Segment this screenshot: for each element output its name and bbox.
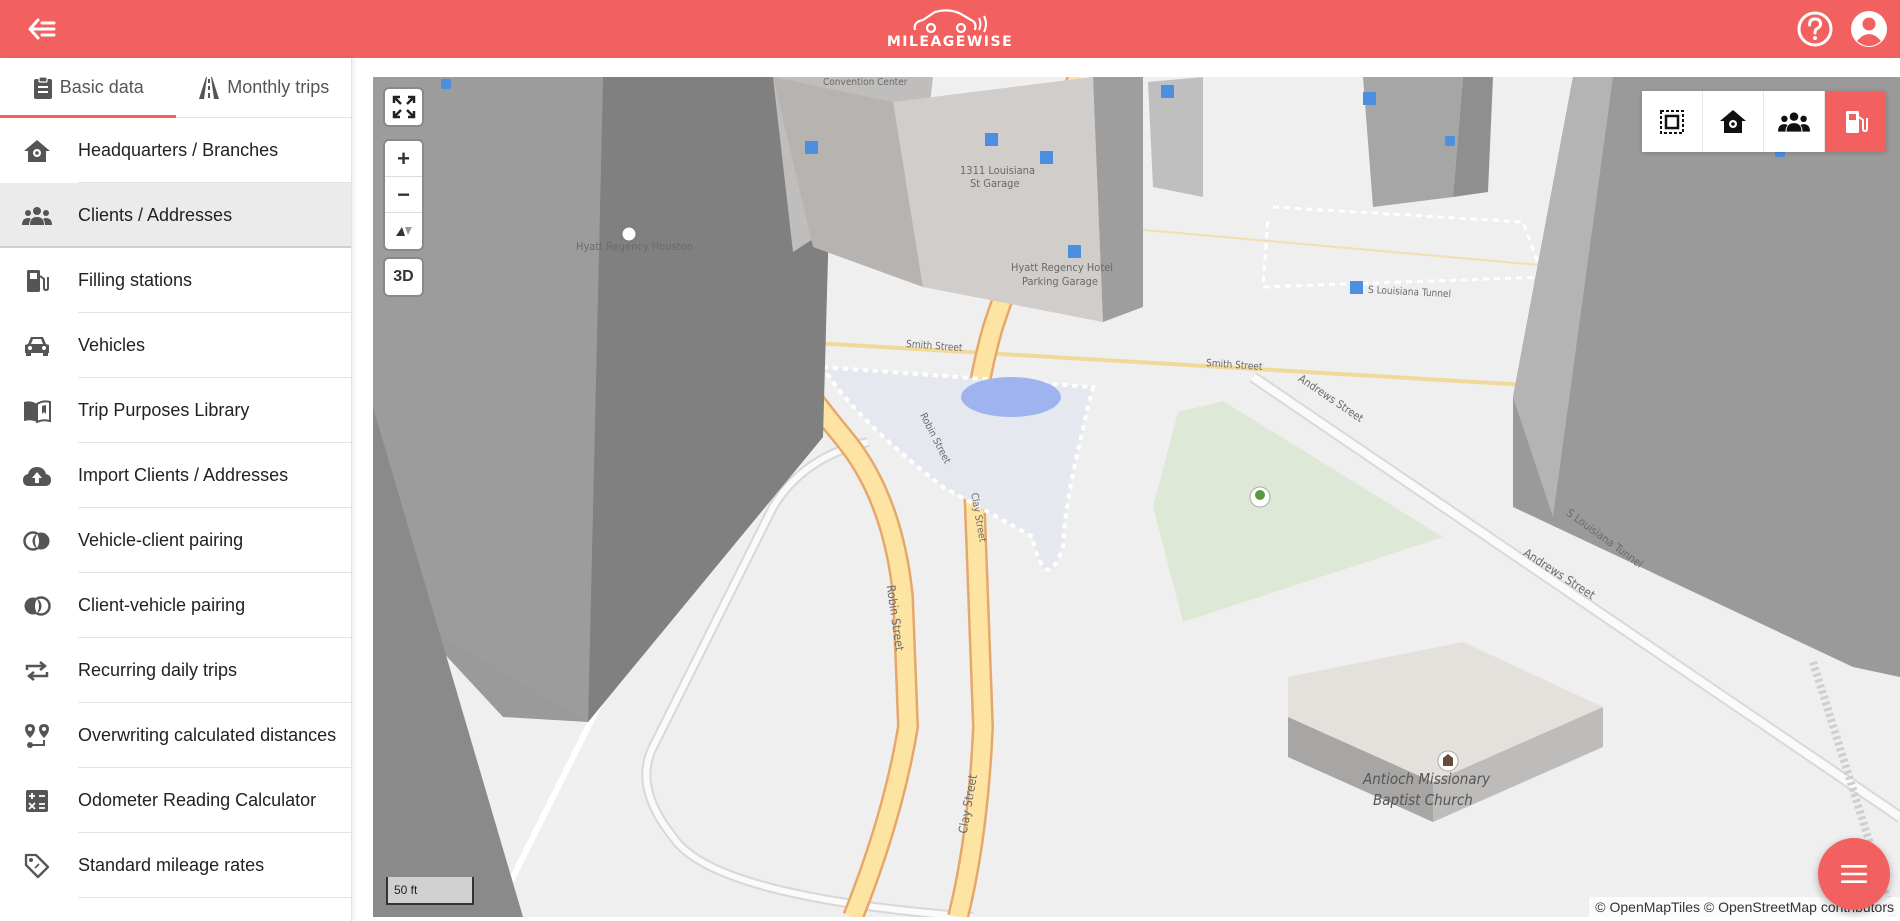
headquarters-layer-button[interactable] — [1703, 91, 1764, 152]
fuel-icon — [22, 266, 52, 296]
map-canvas — [373, 77, 1900, 917]
map-view[interactable]: Convention Center Hyatt Regency Houston … — [373, 77, 1900, 917]
sidebar-item-label: Vehicle-client pairing — [78, 530, 244, 550]
zoom-out-button[interactable]: − — [385, 177, 422, 213]
sidebar-item-overwriting-distances[interactable]: Overwriting calculated distances — [0, 703, 351, 768]
compass-icon — [395, 227, 412, 236]
calculator-icon — [22, 786, 52, 816]
brand-logo[interactable]: MILEAGEWISE — [887, 8, 1013, 50]
map-label-convention-center: Convention Center — [823, 77, 908, 88]
map-label-church: Antioch Missionary — [1363, 770, 1491, 788]
home-gear-icon — [22, 136, 52, 166]
sidebar-item-recurring-trips[interactable]: Recurring daily trips — [0, 638, 351, 703]
map-label-church: Baptist Church — [1373, 791, 1473, 809]
sidebar-item-label: Import Clients / Addresses — [78, 465, 289, 485]
sidebar-item-label: Vehicles — [78, 335, 146, 355]
people-icon — [1778, 111, 1810, 132]
tab-monthly-trips-label: Monthly trips — [227, 77, 330, 97]
book-icon — [22, 396, 52, 426]
clipboard-icon — [33, 75, 52, 99]
sidebar-item-client-vehicle-pairing[interactable]: Client-vehicle pairing — [0, 573, 351, 638]
fullscreen-control — [385, 89, 422, 125]
map-label-hyatt-parking: Parking Garage — [1022, 275, 1099, 288]
tab-monthly-trips[interactable]: Monthly trips — [176, 58, 352, 117]
three-d-control: 3D — [385, 259, 422, 295]
sidebar-item-odometer-calculator[interactable]: Odometer Reading Calculator — [0, 768, 351, 833]
zoom-in-button[interactable]: + — [385, 141, 422, 177]
road-icon — [199, 76, 220, 99]
sidebar-item-label: Clients / Addresses — [78, 205, 233, 225]
menu-fab-button[interactable] — [1818, 838, 1890, 910]
repeat-icon — [22, 656, 52, 686]
layer-toolbar — [1642, 91, 1886, 152]
map-label-hyatt-parking: Hyatt Regency Hotel — [1011, 261, 1114, 274]
sidebar-item-label: Trip Purposes Library — [78, 400, 250, 420]
tag-icon — [22, 851, 52, 881]
fullscreen-button[interactable] — [385, 89, 422, 125]
route-icon — [22, 721, 52, 751]
cloud-upload-icon — [22, 461, 52, 491]
menu-icon — [1841, 865, 1867, 883]
sidebar: Basic data Monthly trips Headquarters / … — [0, 58, 352, 921]
sidebar-menu: Headquarters / Branches Clients / Addres… — [0, 118, 351, 898]
sidebar-item-filling-stations[interactable]: Filling stations — [0, 248, 351, 313]
people-icon — [22, 201, 52, 231]
brand-name: MILEAGEWISE — [886, 34, 1014, 50]
zoom-control: + − — [385, 141, 422, 249]
help-circle-icon — [1797, 11, 1833, 47]
car-icon — [22, 331, 52, 361]
arrow-left-icon — [28, 18, 56, 40]
car-logo-icon — [913, 9, 987, 34]
sidebar-item-import-clients[interactable]: Import Clients / Addresses — [0, 443, 351, 508]
help-button[interactable] — [1794, 8, 1836, 50]
three-d-button[interactable]: 3D — [385, 259, 422, 295]
filling-stations-layer-button[interactable] — [1825, 91, 1886, 152]
expand-icon — [392, 95, 415, 119]
fuel-icon — [1845, 110, 1868, 133]
sidebar-item-label: Odometer Reading Calculator — [78, 790, 317, 810]
tab-basic-data[interactable]: Basic data — [0, 58, 176, 118]
sidebar-item-vehicles[interactable]: Vehicles — [0, 313, 351, 378]
clients-layer-button[interactable] — [1764, 91, 1825, 152]
sidebar-item-headquarters[interactable]: Headquarters / Branches — [0, 118, 351, 183]
sidebar-item-clients[interactable]: Clients / Addresses — [0, 183, 351, 248]
map-label-louisiana-garage: 1311 Louisiana — [960, 164, 1036, 177]
sidebar-tabs: Basic data Monthly trips — [0, 58, 351, 118]
sidebar-item-label: Overwriting calculated distances — [78, 725, 337, 745]
sidebar-item-label: Filling stations — [78, 270, 193, 290]
back-button[interactable] — [22, 10, 62, 48]
account-circle-icon — [1851, 11, 1887, 47]
map-label-louisiana-garage: St Garage — [970, 177, 1020, 190]
pairing-icon — [22, 526, 52, 556]
tab-basic-data-label: Basic data — [59, 77, 144, 97]
sidebar-item-label: Recurring daily trips — [78, 660, 238, 680]
account-button[interactable] — [1848, 8, 1890, 50]
sidebar-item-mileage-rates[interactable]: Standard mileage rates — [0, 833, 351, 898]
select-area-icon — [1660, 109, 1684, 134]
top-bar: MILEAGEWISE — [0, 0, 1900, 58]
compass-button[interactable] — [385, 213, 422, 249]
map-scale: 50 ft — [386, 877, 474, 905]
select-area-button[interactable] — [1642, 91, 1703, 152]
sidebar-item-label: Headquarters / Branches — [78, 140, 279, 160]
home-icon — [1720, 109, 1746, 133]
map-label-hyatt-regency: Hyatt Regency Houston — [576, 240, 693, 253]
sidebar-item-label: Standard mileage rates — [78, 855, 265, 875]
sidebar-item-trip-purposes[interactable]: Trip Purposes Library — [0, 378, 351, 443]
sidebar-item-label: Client-vehicle pairing — [78, 595, 246, 615]
sidebar-item-vehicle-client-pairing[interactable]: Vehicle-client pairing — [0, 508, 351, 573]
pairing-icon — [22, 591, 52, 621]
